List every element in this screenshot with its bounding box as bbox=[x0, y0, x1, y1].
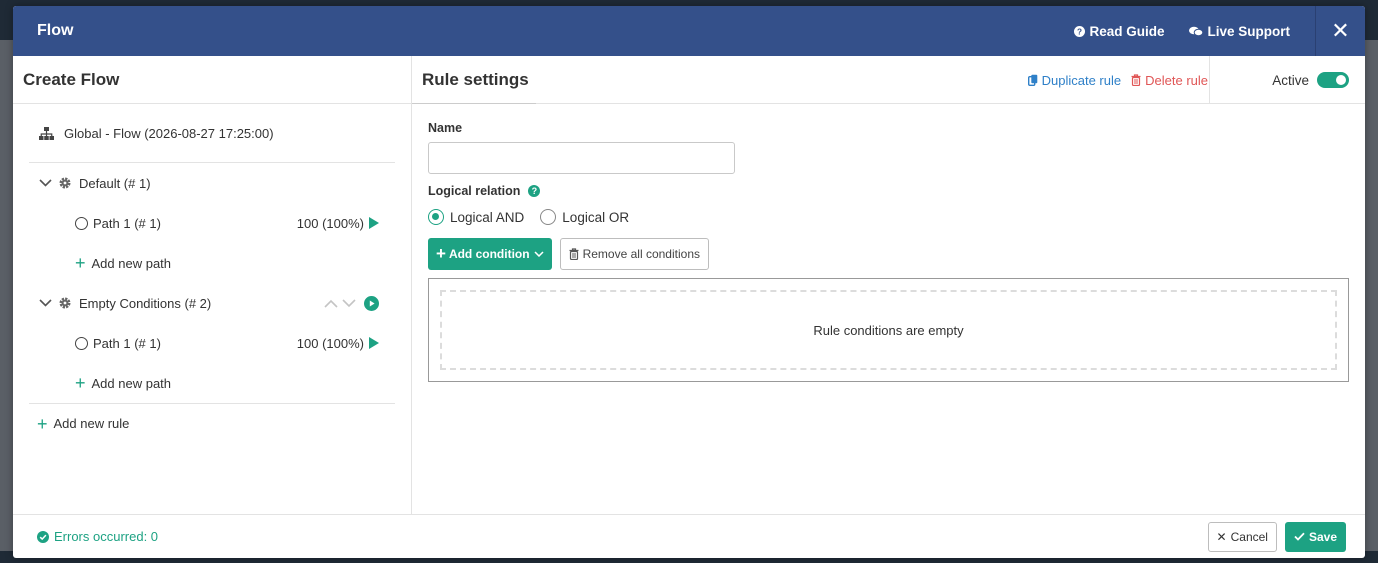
path-item[interactable]: Path 1 (# 1) 100 (100%) bbox=[29, 323, 395, 363]
rule-item-default[interactable]: Default (# 1) bbox=[29, 163, 395, 203]
add-rule-label: Add new rule bbox=[53, 416, 130, 431]
sitemap-icon bbox=[39, 126, 54, 140]
rule-controls bbox=[320, 295, 379, 311]
play-icon[interactable] bbox=[369, 217, 379, 229]
active-toggle-group: Active bbox=[1209, 56, 1365, 104]
cancel-button[interactable]: ✕ Cancel bbox=[1207, 521, 1277, 552]
modal-title: Flow bbox=[37, 22, 74, 39]
logical-and-label: Logical AND bbox=[450, 209, 525, 225]
gear-icon bbox=[59, 177, 71, 189]
name-label: Name bbox=[428, 121, 463, 135]
path-radio[interactable] bbox=[75, 216, 88, 230]
empty-conditions-message: Rule conditions are empty bbox=[813, 322, 964, 338]
rule-item-empty-conditions[interactable]: Empty Conditions (# 2) bbox=[29, 283, 395, 323]
modal-header: Flow ? Read Guide Live Support ✕ bbox=[13, 6, 1365, 56]
chevron-down-icon bbox=[534, 251, 544, 257]
add-condition-label: Add condition bbox=[448, 247, 530, 261]
chevron-down-icon[interactable] bbox=[39, 179, 52, 187]
remove-all-conditions-button[interactable]: Remove all conditions bbox=[559, 238, 709, 270]
chat-bubbles-icon bbox=[1189, 26, 1204, 36]
modal-footer: Errors occurred: 0 ✕ Cancel Save bbox=[13, 514, 1365, 558]
rule-conditions-dropzone: Rule conditions are empty bbox=[440, 290, 1337, 370]
check-icon bbox=[1294, 532, 1305, 541]
help-circle-icon: ? bbox=[1074, 25, 1086, 37]
add-path-button[interactable]: + Add new path bbox=[29, 243, 395, 283]
rule-settings-header: Rule settings Duplicate rule Delete rule… bbox=[412, 56, 1365, 104]
delete-rule-label: Delete rule bbox=[1145, 72, 1208, 88]
radio-circle bbox=[540, 209, 557, 225]
rule-actions: Duplicate rule Delete rule bbox=[1018, 56, 1208, 104]
plus-icon: + bbox=[75, 373, 86, 393]
close-icon: ✕ bbox=[1216, 529, 1227, 544]
chevron-down-icon[interactable] bbox=[39, 299, 52, 307]
logical-or-radio[interactable]: Logical OR bbox=[540, 209, 629, 225]
flow-tree: Global - Flow (2026-08-27 17:25:00) Defa… bbox=[13, 104, 411, 443]
add-path-label: Add new path bbox=[91, 375, 172, 391]
remove-all-conditions-label: Remove all conditions bbox=[582, 247, 700, 261]
plus-icon: + bbox=[75, 253, 86, 273]
condition-buttons: + Add condition Remove all conditions bbox=[428, 238, 1349, 270]
rule-conditions-box: Rule conditions are empty bbox=[428, 278, 1349, 382]
trash-icon bbox=[1131, 74, 1141, 86]
active-label: Active bbox=[1272, 72, 1309, 88]
path-value: 100 (100%) bbox=[296, 215, 364, 231]
save-button[interactable]: Save bbox=[1284, 521, 1346, 552]
path-radio[interactable] bbox=[75, 336, 88, 350]
gear-icon bbox=[59, 297, 71, 309]
duplicate-rule-button[interactable]: Duplicate rule bbox=[1027, 72, 1122, 88]
add-path-label: Add new path bbox=[91, 255, 172, 271]
name-input[interactable] bbox=[428, 142, 735, 174]
save-label: Save bbox=[1308, 529, 1337, 544]
help-icon[interactable]: ? bbox=[528, 185, 541, 197]
global-flow-label: Global - Flow (2026-08-27 17:25:00) bbox=[64, 125, 274, 141]
rule-settings-title: Rule settings bbox=[412, 56, 536, 104]
logical-and-radio[interactable]: Logical AND bbox=[428, 209, 524, 225]
flow-modal: Flow ? Read Guide Live Support ✕ Create … bbox=[13, 6, 1365, 558]
live-support-label: Live Support bbox=[1207, 23, 1290, 39]
close-icon[interactable]: ✕ bbox=[1315, 6, 1365, 56]
chevron-down-icon[interactable] bbox=[342, 298, 356, 308]
create-flow-panel: Create Flow Global - Flow (2026-08-27 17… bbox=[13, 56, 412, 514]
rule-label: Default (# 1) bbox=[79, 175, 151, 191]
add-path-button[interactable]: + Add new path bbox=[29, 363, 395, 403]
rule-settings-panel: Rule settings Duplicate rule Delete rule… bbox=[412, 56, 1365, 514]
trash-icon bbox=[569, 248, 579, 260]
plus-icon: + bbox=[436, 244, 446, 263]
errors-label: Errors occurred: 0 bbox=[54, 529, 159, 544]
add-rule-button[interactable]: + Add new rule bbox=[29, 403, 395, 443]
read-guide-label: Read Guide bbox=[1089, 23, 1165, 39]
svg-text:?: ? bbox=[1077, 27, 1082, 36]
plus-icon: + bbox=[37, 413, 48, 434]
global-flow-item[interactable]: Global - Flow (2026-08-27 17:25:00) bbox=[29, 104, 395, 163]
logical-relation-options: Logical AND Logical OR bbox=[428, 209, 1349, 225]
read-guide-link[interactable]: ? Read Guide bbox=[1074, 24, 1164, 39]
path-item[interactable]: Path 1 (# 1) 100 (100%) bbox=[29, 203, 395, 243]
play-circle-icon[interactable] bbox=[364, 295, 379, 311]
play-icon[interactable] bbox=[369, 337, 379, 349]
active-toggle[interactable] bbox=[1317, 72, 1349, 88]
radio-circle bbox=[428, 209, 444, 225]
logical-relation-label-group: Logical relation ? bbox=[428, 184, 1349, 198]
delete-rule-button[interactable]: Delete rule bbox=[1131, 73, 1208, 88]
create-flow-title: Create Flow bbox=[13, 56, 411, 104]
logical-relation-label: Logical relation bbox=[428, 184, 521, 198]
live-support-link[interactable]: Live Support bbox=[1189, 24, 1290, 39]
path-label: Path 1 (# 1) bbox=[93, 335, 161, 351]
copy-icon bbox=[1027, 74, 1037, 86]
path-label: Path 1 (# 1) bbox=[93, 215, 161, 231]
chevron-up-icon[interactable] bbox=[324, 299, 338, 308]
cancel-label: Cancel bbox=[1230, 529, 1268, 544]
path-value: 100 (100%) bbox=[296, 335, 364, 351]
rule-label: Empty Conditions (# 2) bbox=[79, 295, 212, 311]
check-circle-icon bbox=[37, 530, 49, 543]
duplicate-rule-label: Duplicate rule bbox=[1041, 72, 1122, 88]
errors-status: Errors occurred: 0 bbox=[37, 529, 1208, 544]
rule-form: Name Logical relation ? Logical AND Logi… bbox=[412, 104, 1365, 382]
logical-or-label: Logical OR bbox=[562, 209, 630, 225]
add-condition-button[interactable]: + Add condition bbox=[428, 238, 552, 270]
